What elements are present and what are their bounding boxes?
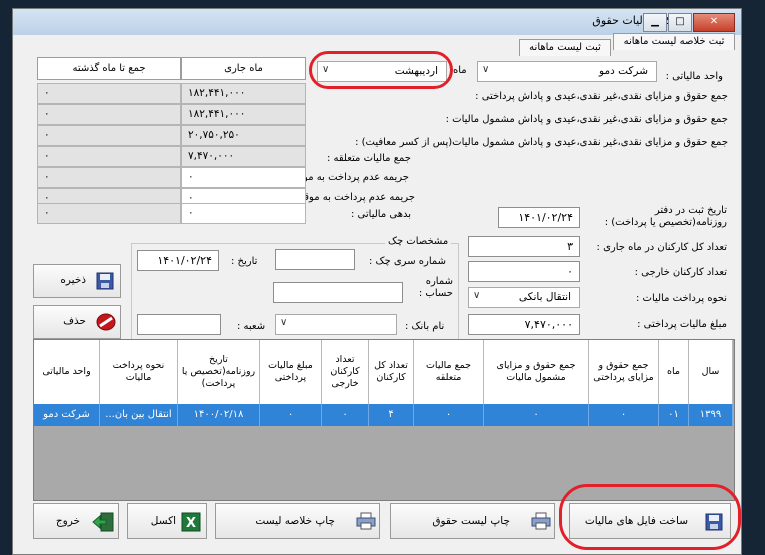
title-bar: تهیه دیسکت مالیات حقوق ▁ □ ✕ <box>13 9 741 35</box>
total-staff-label: تعداد کل کارکنان در ماه جاری : <box>596 242 727 253</box>
delete-label: حذف <box>63 315 86 327</box>
summary-previous-2: ۰ <box>37 104 181 125</box>
pay-method-combo[interactable]: انتقال بانکی ∨ <box>468 287 580 308</box>
save-icon <box>96 272 114 290</box>
print-payroll-list-button[interactable]: چاپ لیست حقوق <box>390 503 555 539</box>
check-serial-field[interactable] <box>275 249 355 270</box>
summary-current-4: ۷,۴۷۰,۰۰۰ <box>181 146 306 167</box>
total-staff-field[interactable]: ۳ <box>468 236 580 257</box>
column-header-previous: جمع تا ماه گذشته <box>37 57 181 80</box>
check-branch-field[interactable] <box>137 314 221 335</box>
grid-header-tax-due[interactable]: جمع مالیات متعلقه <box>414 340 484 404</box>
summary-label-1: جمع حقوق و مزایای نقدی،غیر نقدی،عیدی و پ… <box>475 91 728 102</box>
summary-current-7[interactable]: ۰ <box>181 203 306 224</box>
pay-method-value: انتقال بانکی <box>518 291 571 303</box>
foreign-staff-label: تعداد کارکنان خارجی : <box>634 267 727 278</box>
column-header-current: ماه جاری <box>181 57 306 80</box>
grid-header-reg-date[interactable]: تاریخ روزنامه(تخصیص یا پرداخت) <box>178 340 260 404</box>
payroll-tax-window: تهیه دیسکت مالیات حقوق ▁ □ ✕ ثبت خلاصه ل… <box>12 8 742 555</box>
chevron-down-icon: ∨ <box>280 317 288 328</box>
foreign-staff-field[interactable]: ۰ <box>468 261 580 282</box>
summary-previous-7: ۰ <box>37 203 181 224</box>
grid-cell-reg-date[interactable]: ۱۴۰۰/۰۲/۱۸ <box>178 404 260 426</box>
summary-previous-1: ۰ <box>37 83 181 104</box>
check-account-label: شماره حساب : <box>418 276 453 299</box>
grid-header-total-staff[interactable]: تعداد کل کارکنان <box>369 340 414 404</box>
summary-current-5[interactable]: ۰ <box>181 167 306 188</box>
grid-cell-paid-salary[interactable]: ۰ <box>589 404 659 426</box>
paid-amount-field[interactable]: ۷,۴۷۰,۰۰۰ <box>468 314 580 335</box>
summary-label-2: جمع حقوق و مزایای نقدی،غیر نقدی،عیدی و پ… <box>445 114 728 125</box>
grid-header-paid-salary[interactable]: جمع حقوق و مزایای پرداختی <box>589 340 659 404</box>
grid-cell-year[interactable]: ۱۳۹۹ <box>689 404 733 426</box>
unit-value: شرکت دمو <box>599 65 648 77</box>
grid-header-month[interactable]: ماه <box>659 340 689 404</box>
grid-cell-foreign-staff[interactable]: ۰ <box>322 404 369 426</box>
excel-label: اکسل <box>150 515 176 527</box>
grid-cell-tax-due[interactable]: ۰ <box>414 404 484 426</box>
unit-label: واحد مالیاتی : <box>665 71 723 82</box>
check-serial-label: شماره سری چک : <box>369 256 447 267</box>
exit-door-icon <box>92 512 114 532</box>
check-date-label: تاریخ : <box>231 256 258 267</box>
summary-current-3: ۲۰,۷۵۰,۲۵۰ <box>181 125 306 146</box>
grid-cell-paid-tax[interactable]: ۰ <box>260 404 322 426</box>
save-label: ذخیره <box>60 274 86 286</box>
minimize-button[interactable]: ▁ <box>643 13 667 32</box>
grid-header-year[interactable]: سال <box>689 340 733 404</box>
summary-label-3: جمع حقوق و مزایای نقدی،غیر نقدی،عیدی و پ… <box>355 137 728 148</box>
unit-combo[interactable]: شرکت دمو ∨ <box>477 61 657 82</box>
grid-cell-pay-method[interactable]: انتقال بین بان... <box>100 404 178 426</box>
highlight-month <box>309 51 453 89</box>
check-bank-combo[interactable]: ∨ <box>275 314 397 335</box>
check-account-field[interactable] <box>273 282 403 303</box>
summary-previous-4: ۰ <box>37 146 181 167</box>
grid-header-tax-unit[interactable]: واحد مالیاتی <box>34 340 100 404</box>
check-bank-label: نام بانک : <box>405 321 445 332</box>
month-label: ماه <box>453 65 467 76</box>
excel-button[interactable]: X اکسل <box>127 503 207 539</box>
check-group-title: مشخصات چک <box>385 236 452 247</box>
printer-icon <box>531 512 551 530</box>
summary-label-4: جمع مالیات متعلقه : <box>326 153 411 164</box>
grid-cell-month[interactable]: ۰۱ <box>659 404 689 426</box>
summary-current-2: ۱۸۲,۴۴۱,۰۰۰ <box>181 104 306 125</box>
summary-previous-3: ۰ <box>37 125 181 146</box>
check-date-field[interactable]: ۱۴۰۱/۰۲/۲۴ <box>137 250 219 271</box>
tab-monthly-list[interactable]: ثبت لیست ماهانه <box>519 39 611 56</box>
excel-icon: X <box>181 512 201 532</box>
grid-header-taxable-salary[interactable]: جمع حقوق و مزایای مشمول مالیات <box>484 340 589 404</box>
chevron-down-icon: ∨ <box>482 64 490 75</box>
print-payroll-list-label: چاپ لیست حقوق <box>432 515 510 527</box>
tab-summary-list[interactable]: ثبت خلاصه لیست ماهانه <box>613 33 735 50</box>
reg-date-label: تاریخ ثبت در دفتر روزنامه(تخصیص یا پرداخ… <box>604 205 727 228</box>
grid-cell-taxable-salary[interactable]: ۰ <box>484 404 589 426</box>
close-button[interactable]: ✕ <box>693 13 735 32</box>
summary-label-7: بدهی مالیاتی : <box>351 209 411 220</box>
delete-icon <box>96 313 116 331</box>
reg-date-field[interactable]: ۱۴۰۱/۰۲/۲۴ <box>498 207 580 228</box>
pay-method-label: نحوه پرداخت مالیات : <box>635 293 727 304</box>
grid-header-foreign-staff[interactable]: تعداد کارکنان خارجی <box>322 340 369 404</box>
grid-cell-tax-unit[interactable]: شرکت دمو <box>34 404 100 426</box>
printer-icon <box>356 512 376 530</box>
highlight-build-button <box>559 484 741 550</box>
grid-header-paid-tax[interactable]: مبلغ مالیات پرداختی <box>260 340 322 404</box>
tax-records-grid: سال ماه جمع حقوق و مزایای پرداختی جمع حق… <box>33 339 735 501</box>
maximize-button[interactable]: □ <box>668 13 692 32</box>
grid-header-pay-method[interactable]: نحوه پرداخت مالیات <box>100 340 178 404</box>
print-summary-list-label: چاپ خلاصه لیست <box>255 515 335 527</box>
grid-cell-total-staff[interactable]: ۴ <box>369 404 414 426</box>
exit-label: خروج <box>55 515 80 527</box>
svg-text:X: X <box>186 516 196 531</box>
print-summary-list-button[interactable]: چاپ خلاصه لیست <box>215 503 380 539</box>
paid-amount-label: مبلغ مالیات پرداختی : <box>637 319 727 330</box>
exit-button[interactable]: خروج <box>33 503 119 539</box>
summary-previous-5: ۰ <box>37 167 181 188</box>
chevron-down-icon: ∨ <box>473 290 481 301</box>
delete-button[interactable]: حذف <box>33 305 121 339</box>
save-button[interactable]: ذخیره <box>33 264 121 298</box>
check-branch-label: شعبه : <box>237 321 266 332</box>
summary-current-1: ۱۸۲,۴۴۱,۰۰۰ <box>181 83 306 104</box>
